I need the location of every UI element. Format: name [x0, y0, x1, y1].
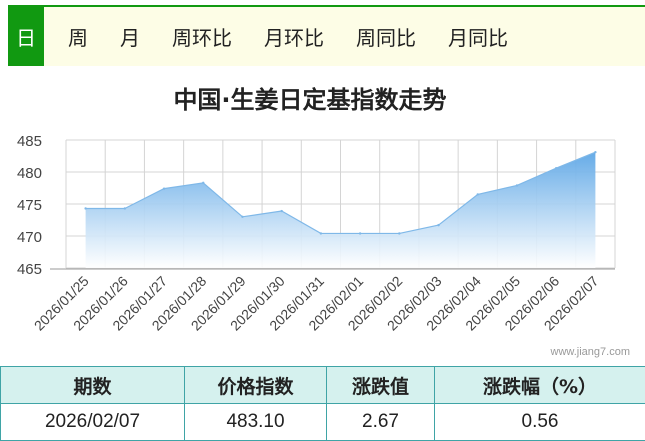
summary-data-row: 2026/02/07 483.10 2.67 0.56	[1, 404, 645, 441]
y-tick-label: 485	[17, 133, 42, 150]
y-tick-label: 465	[17, 261, 42, 278]
cell-price-index: 483.10	[185, 404, 327, 441]
cell-change-percent: 0.56	[435, 404, 645, 441]
data-point	[359, 232, 361, 234]
y-tick-label: 475	[17, 197, 42, 214]
header-period: 期数	[1, 367, 185, 404]
tab-month-on-month[interactable]: 月环比	[248, 7, 340, 66]
data-point	[516, 184, 518, 186]
y-tick-label: 480	[17, 165, 42, 182]
data-point	[555, 167, 557, 169]
tab-week-on-week[interactable]: 周环比	[156, 7, 248, 66]
y-axis: 465 470 475 480 485	[17, 133, 42, 278]
tab-month[interactable]: 月	[104, 7, 156, 66]
summary-table: 期数 价格指数 涨跌值 涨跌幅（%） 2026/02/07 483.10 2.6…	[0, 366, 645, 441]
data-point	[437, 224, 439, 226]
summary-header-row: 期数 价格指数 涨跌值 涨跌幅（%）	[1, 367, 645, 404]
header-change-percent: 涨跌幅（%）	[435, 367, 645, 404]
header-price-index: 价格指数	[185, 367, 327, 404]
data-point	[163, 187, 165, 189]
data-point	[241, 216, 243, 218]
header-change-value: 涨跌值	[327, 367, 435, 404]
data-point	[202, 182, 204, 184]
area-chart: 465 470 475 480 485 2026/01/252026/01/262026…	[0, 120, 645, 346]
cell-change-value: 2.67	[327, 404, 435, 441]
y-tick-label: 470	[17, 229, 42, 246]
data-point	[398, 232, 400, 234]
data-point	[84, 207, 86, 209]
watermark: www.jiang7.com	[551, 346, 630, 358]
data-point	[124, 207, 126, 209]
tab-month-year-on-year[interactable]: 月同比	[432, 7, 524, 66]
data-point	[477, 193, 479, 195]
data-point	[594, 151, 596, 153]
chart-title: 中国·生姜日定基指数走势	[0, 80, 620, 115]
data-point	[320, 232, 322, 234]
tab-day[interactable]: 日	[8, 7, 44, 66]
period-tabbar: 日 周 月 周环比 月环比 周同比 月同比	[8, 5, 645, 66]
cell-period: 2026/02/07	[1, 404, 185, 441]
tab-week-year-on-year[interactable]: 周同比	[340, 7, 432, 66]
x-axis: 2026/01/252026/01/262026/01/272026/01/28…	[31, 269, 615, 334]
data-point	[280, 210, 282, 212]
tab-week[interactable]: 周	[52, 7, 104, 66]
